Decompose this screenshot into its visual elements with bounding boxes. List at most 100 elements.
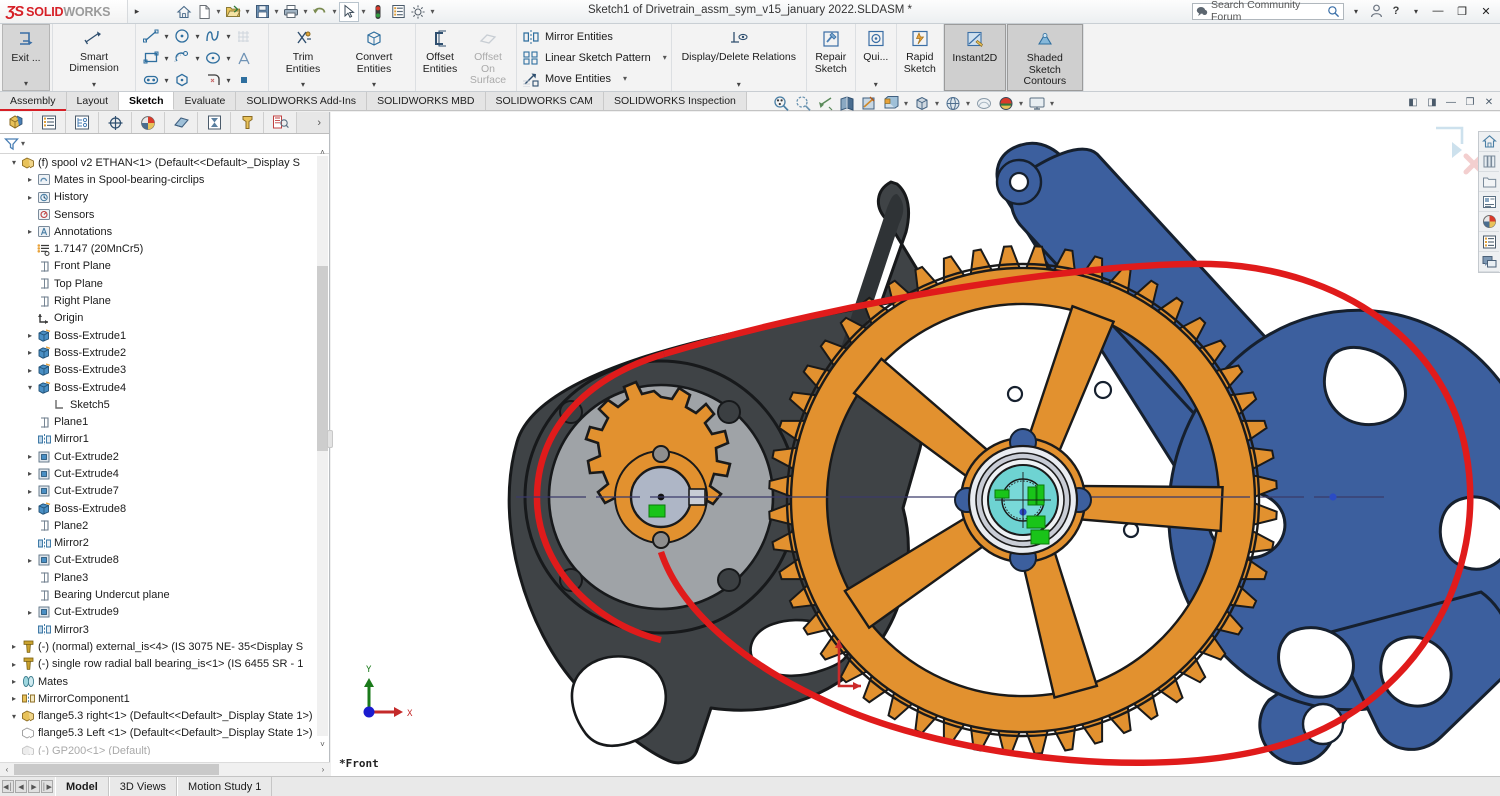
help-caret-icon[interactable]: ▾ — [1408, 2, 1424, 20]
mirror-entities-button[interactable]: Mirror Entities — [521, 26, 667, 47]
spline-tool[interactable]: ▾ — [202, 26, 233, 46]
nav-next-button[interactable]: ▶ — [28, 780, 40, 793]
repair-sketch-button[interactable]: Repair Sketch — [809, 24, 853, 91]
move-entities-caret-icon[interactable]: ▾ — [615, 74, 627, 83]
edit-appearance-icon[interactable] — [942, 93, 963, 113]
feature-tree-row[interactable]: ▸ Boss-Extrude8 — [0, 500, 329, 517]
appearances-scenes-icon[interactable] — [1479, 212, 1499, 232]
linear-sketch-pattern-button[interactable]: Linear Sketch Pattern ▾ — [521, 47, 667, 68]
solidworks-resources-icon[interactable] — [1479, 132, 1499, 152]
line-caret-icon[interactable]: ▾ — [162, 32, 171, 41]
feature-tree-row[interactable]: Mirror2 — [0, 535, 329, 552]
convert-entities-caret-icon[interactable]: ▾ — [372, 80, 376, 91]
feature-tree-row[interactable]: ▸ (-) (normal) external_is<4> (IS 3075 NE… — [0, 638, 329, 655]
slot-caret-icon[interactable]: ▾ — [193, 54, 202, 63]
property-manager-tab[interactable] — [33, 112, 66, 133]
convert-entities-button[interactable]: Convert Entities ▾ — [335, 24, 413, 91]
hscroll-left-arrow[interactable]: ‹ — [0, 765, 14, 774]
feature-tree-row[interactable]: ▸ (-) single row radial ball bearing_is<1… — [0, 656, 329, 673]
polygon-tool[interactable] — [171, 70, 202, 90]
exit-sketch-button[interactable]: Exit ... ▾ — [2, 24, 50, 91]
feature-tree-row[interactable]: ▸ Cut-Extrude7 — [0, 483, 329, 500]
sketch-text-tool[interactable] — [233, 48, 264, 68]
tree-expander-icon[interactable]: ▸ — [8, 642, 20, 651]
circle-caret-icon[interactable]: ▾ — [193, 32, 202, 41]
search-community-forum-input[interactable]: Search Community Forum — [1192, 0, 1344, 23]
display-manager-tab[interactable] — [132, 112, 165, 133]
feature-tree-row[interactable]: ▸ Boss-Extrude2 — [0, 344, 329, 361]
tab-solidworks-mbd[interactable]: SOLIDWORKS MBD — [367, 92, 486, 110]
tree-expander-icon[interactable]: ▸ — [24, 227, 36, 236]
zoom-to-area-icon[interactable] — [792, 93, 813, 113]
tab-solidworks-cam[interactable]: SOLIDWORKS CAM — [485, 92, 604, 110]
fillet-caret-icon[interactable]: ▾ — [224, 76, 233, 85]
tree-expander-icon[interactable]: ▸ — [24, 331, 36, 340]
centerline-tool[interactable]: ▾ — [140, 70, 171, 90]
tree-expander-icon[interactable]: ▸ — [24, 556, 36, 565]
feature-tree-row[interactable]: ▾ (f) spool v2 ETHAN<1> (Default<<Default… — [0, 154, 329, 171]
tree-expander-icon[interactable]: ▸ — [24, 608, 36, 617]
dimxpert-manager-tab[interactable] — [99, 112, 132, 133]
tree-expander-icon[interactable]: ▸ — [24, 175, 36, 184]
bottom-tab-motion-study[interactable]: Motion Study 1 — [177, 777, 273, 796]
feature-tree-row[interactable]: Plane3 — [0, 569, 329, 586]
feature-tree-row[interactable]: Bearing Undercut plane — [0, 586, 329, 603]
linear-sketch-pattern-caret-icon[interactable]: ▾ — [655, 53, 667, 62]
apply-scene-caret-icon[interactable]: ▾ — [1017, 99, 1025, 108]
nav-first-button[interactable]: ◀│ — [2, 780, 14, 793]
display-delete-relations-caret-icon[interactable]: ▾ — [737, 80, 741, 91]
graphics-viewport[interactable]: Y X *Front — [331, 112, 1500, 776]
feature-tree-row[interactable]: Front Plane — [0, 258, 329, 275]
user-account-icon[interactable] — [1368, 2, 1384, 20]
bottom-tab-3d-views[interactable]: 3D Views — [108, 777, 178, 796]
feature-tree-row[interactable]: Top Plane — [0, 275, 329, 292]
view-settings-icon[interactable] — [1026, 93, 1047, 113]
shaded-sketch-contours-button[interactable]: Shaded Sketch Contours — [1006, 24, 1083, 91]
nav-prev-button[interactable]: ◀ — [15, 780, 27, 793]
feature-tree-row[interactable]: Mirror1 — [0, 431, 329, 448]
hide-show-items-icon[interactable] — [911, 93, 932, 113]
restore-button[interactable]: ❐ — [1452, 2, 1472, 20]
display-delete-relations-button[interactable]: Display/Delete Relations ▾ — [674, 24, 804, 91]
minimize-view-icon[interactable]: — — [1444, 95, 1458, 109]
feature-tree-filter-row[interactable]: ▾ — [0, 134, 329, 154]
offset-entities-button[interactable]: Offset Entities — [418, 24, 462, 91]
quick-snaps-button[interactable]: Qui... ▾ — [858, 24, 894, 91]
quick-snaps-caret-icon[interactable]: ▾ — [874, 80, 878, 91]
vscroll-down-arrow[interactable]: ˅ — [317, 738, 328, 750]
apply-scene-globe-icon[interactable] — [995, 93, 1016, 113]
trim-entities-button[interactable]: Trim Entities ▾ — [271, 24, 335, 91]
feature-tree-row[interactable]: flange5.3 Left <1> (Default<<Default>_Di… — [0, 725, 329, 742]
tab-solidworks-inspection[interactable]: SOLIDWORKS Inspection — [603, 92, 747, 110]
bottom-tab-model[interactable]: Model — [55, 777, 109, 796]
view-palette-icon[interactable] — [1479, 192, 1499, 212]
trim-entities-caret-icon[interactable]: ▾ — [301, 80, 305, 91]
feature-tree-row[interactable]: Sketch5 — [0, 396, 329, 413]
restore-right-icon[interactable]: ◨ — [1425, 95, 1439, 109]
centerline-caret-icon[interactable]: ▾ — [162, 76, 171, 85]
circle-tool[interactable]: ▾ — [171, 26, 202, 46]
tree-expander-icon[interactable]: ▾ — [8, 158, 20, 167]
exit-sketch-caret-icon[interactable]: ▾ — [24, 79, 28, 90]
display-style-caret-icon[interactable]: ▾ — [902, 99, 910, 108]
tab-evaluate[interactable]: Evaluate — [174, 92, 237, 110]
feature-tree-row[interactable]: ▸ Cut-Extrude2 — [0, 448, 329, 465]
maximize-view-icon[interactable]: ❐ — [1463, 95, 1477, 109]
feature-tree-row[interactable]: Sensors — [0, 206, 329, 223]
tree-expander-icon[interactable]: ▸ — [24, 348, 36, 357]
tab-solidworks-add-ins[interactable]: SOLIDWORKS Add-Ins — [236, 92, 368, 110]
feature-tree-row[interactable]: ▾ flange5.3 right<1> (Default<<Default>_D… — [0, 708, 329, 725]
feature-tree-row[interactable]: Plane1 — [0, 413, 329, 430]
instant2d-button[interactable]: Instant2D — [943, 24, 1006, 91]
vscroll-thumb[interactable] — [317, 266, 328, 451]
rectangle-caret-icon[interactable]: ▾ — [162, 54, 171, 63]
feature-tree-row[interactable]: (-) GP200<1> (Default) — [0, 742, 329, 755]
close-button[interactable]: ✕ — [1476, 2, 1496, 20]
feature-tree[interactable]: ▾ (f) spool v2 ETHAN<1> (Default<<Default… — [0, 154, 329, 755]
appearance-tab[interactable] — [165, 112, 198, 133]
tree-expander-icon[interactable]: ▸ — [24, 452, 36, 461]
sketch-fillet-tool[interactable]: ▾ — [202, 70, 233, 90]
tree-expander-icon[interactable]: ▾ — [8, 712, 20, 721]
feature-tree-row[interactable]: Right Plane — [0, 292, 329, 309]
point-tool[interactable] — [233, 70, 264, 90]
